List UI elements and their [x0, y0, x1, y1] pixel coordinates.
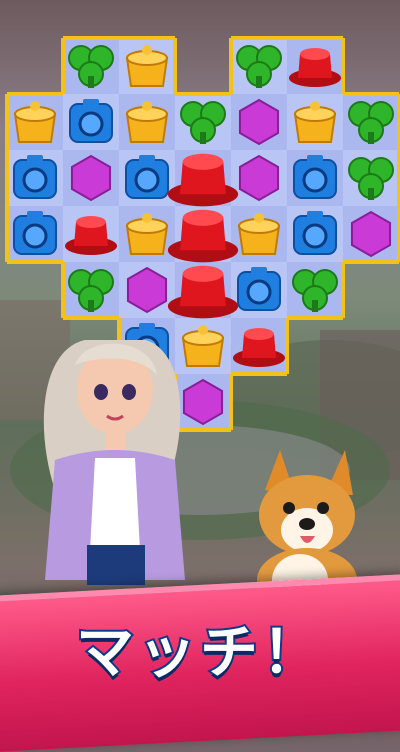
- gem-piece[interactable]: [238, 154, 280, 202]
- camera-piece[interactable]: [13, 155, 57, 199]
- camera-piece[interactable]: [237, 267, 281, 311]
- gem-piece[interactable]: [70, 154, 112, 202]
- gem-piece[interactable]: [126, 266, 168, 314]
- camera-piece[interactable]: [13, 211, 57, 255]
- camera-piece[interactable]: [125, 155, 169, 199]
- gem-piece[interactable]: [238, 98, 280, 146]
- banner-title: マッチ！: [74, 616, 324, 688]
- girl-character: [43, 340, 185, 585]
- camera-piece[interactable]: [293, 211, 337, 255]
- camera-piece[interactable]: [69, 99, 113, 143]
- camera-piece[interactable]: [293, 155, 337, 199]
- gem-piece[interactable]: [350, 210, 392, 258]
